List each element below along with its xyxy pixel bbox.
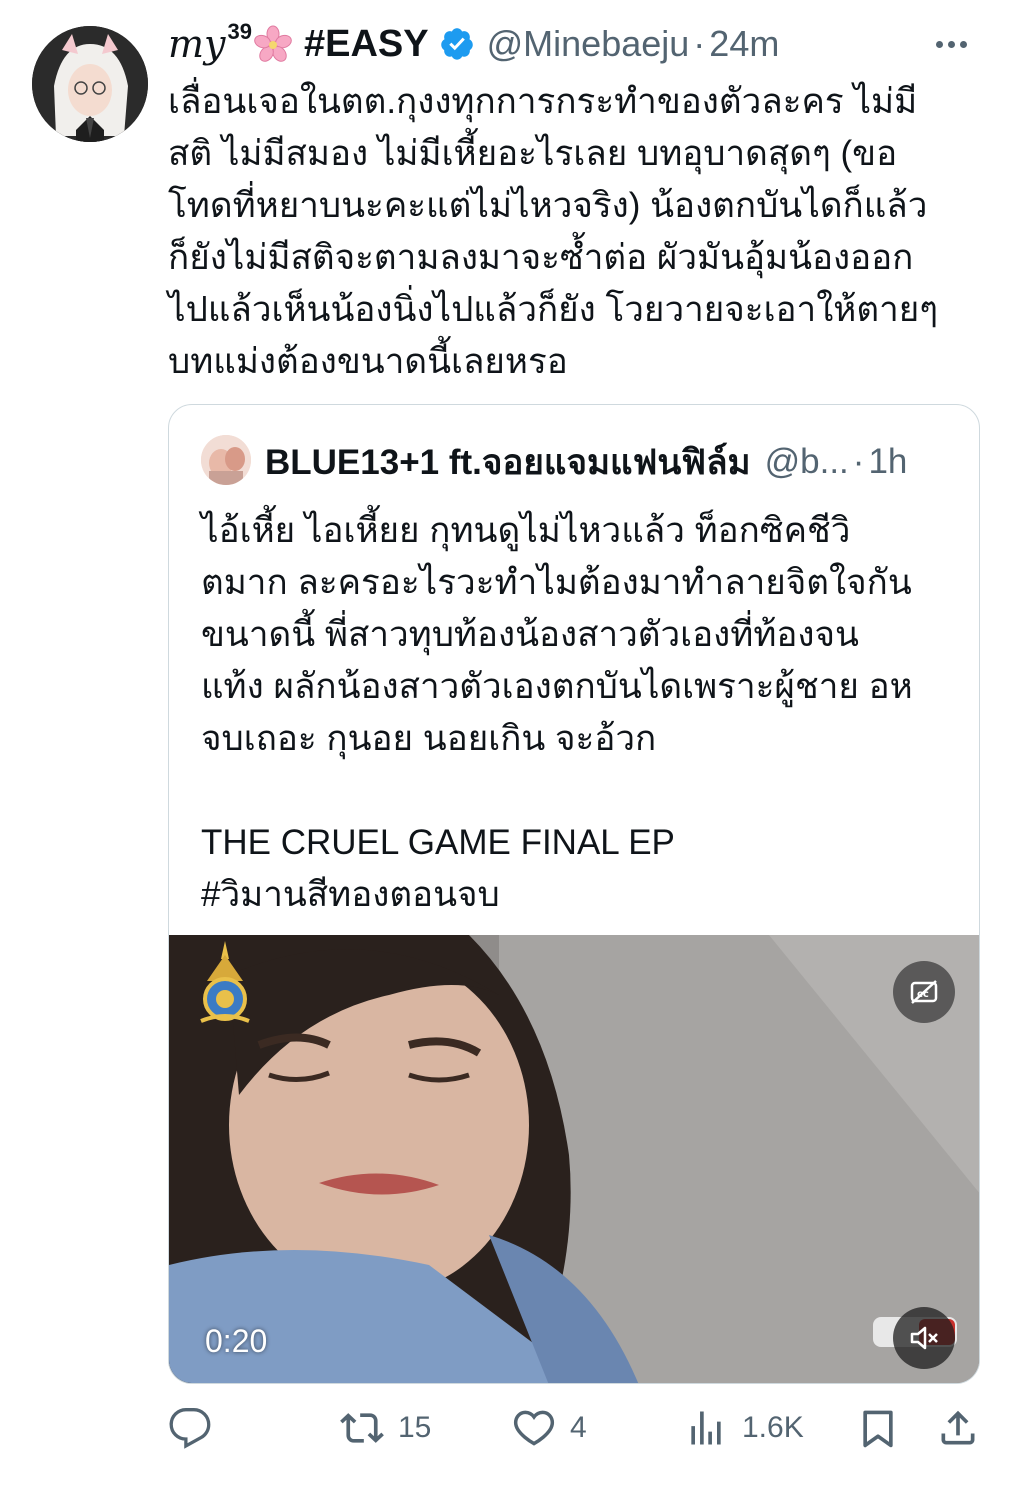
quoted-tweet-text: ไอ้เหี้ย ไอเหี้ยย กุทนดูไม่ไหวแล้ว ท็อกซ… [201,505,961,921]
tweet-text-line: โทดที่หยาบนะคะแต่ไม่ไหวจริง) น้องตกบันได… [168,186,928,225]
quoted-tweet-timestamp[interactable]: 1h [868,442,907,482]
author-display-name[interactable]: my 39 #EASY [168,19,429,66]
quoted-tweet[interactable]: BLUE13+1 ft.จอยแจมแฟนฟิล์ม @b... · 1h ไอ… [168,404,980,1384]
quoted-text-line: ขนาดนี้ พี่สาวทุบท้องน้องสาวตัวเองที่ท้อ… [201,615,859,654]
separator-dot: · [852,442,865,481]
author-avatar[interactable] [32,26,148,142]
author-name-superscript: 39 [227,19,252,44]
verified-badge-icon [440,28,473,60]
video-player[interactable]: cc 0:20 [169,935,979,1383]
video-duration: 0:20 [205,1323,268,1359]
quoted-author-handle[interactable]: @b... [765,442,849,482]
tweet[interactable]: my 39 #EASY @Minebaeju · 24m เลื่อนเจอใน… [0,0,1010,1500]
royal-emblem-icon [200,941,250,1023]
quoted-tweet-header: BLUE13+1 ft.จอยแจมแฟนฟิล์ม @b... · 1h [265,439,907,485]
quoted-author-name[interactable]: BLUE13+1 ft.จอยแจมแฟนฟิล์ม [265,435,751,490]
closed-captions-off-icon[interactable]: cc [893,961,955,1023]
separator-dot: · [693,23,706,64]
video-frame [169,935,979,1383]
like-count: 4 [570,1411,587,1444]
share-button[interactable] [936,1404,980,1452]
quoted-text-line: จบเถอะ กุนอย นอยเกิน จะอ้วก [201,719,657,758]
tweet-timestamp[interactable]: 24m [709,23,779,65]
like-button[interactable]: 4 [512,1404,587,1452]
quoted-text-line [201,765,961,817]
tweet-text: เลื่อนเจอในตต.กุงงทุกการกระทำของตัวละคร … [168,76,984,388]
reply-button[interactable] [168,1404,226,1452]
tweet-text-line: บทแม่งต้องขนาดนี้เลยหรอ [168,342,568,381]
quoted-text-line: แท้ง ผลักน้องสาวตัวเองตกบันไดเพราะผู้ชาย… [201,667,913,706]
author-name-script: my [168,22,226,66]
cherry-blossom-icon [254,25,292,63]
share-icon [941,1410,975,1445]
retweet-count: 15 [398,1411,432,1444]
retweet-button[interactable]: 15 [340,1404,431,1452]
quoted-text-line: ตมาก ละครอะไรวะทำไมต้องมาทำลายจิตใจกัน [201,563,912,602]
tweet-text-line: เลื่อนเจอในตต.กุงงทุกการกระทำของตัวละคร … [168,82,918,121]
tweet-text-line: ก็ยังไม่มีสติจะตามลงมาจะซ้ำต่อ ผัวมันอุ้… [168,238,914,277]
tweet-text-line: ไปแล้วเห็นน้องนิ่งไปแล้วก็ยัง โวยวายจะเอ… [168,290,939,329]
views-button[interactable]: 1.6K [684,1404,804,1452]
quoted-text-line: THE CRUEL GAME FINAL EP [201,823,675,862]
retweet-icon [340,1413,384,1443]
bookmark-icon [863,1410,893,1448]
bookmark-button[interactable] [856,1404,900,1452]
tweet-actions-bar: 15 4 1.6K [0,1398,1010,1458]
tweet-header: my 39 #EASY @Minebaeju · 24m [168,19,779,68]
more-options-icon[interactable] [936,34,976,54]
quoted-text-line: #วิมานสีทองตอนจบ [201,875,500,914]
heart-icon [513,1410,555,1446]
quoted-author-avatar[interactable] [201,435,251,485]
quoted-text-line: ไอ้เหี้ย ไอเหี้ยย กุทนดูไม่ไหวแล้ว ท็อกซ… [201,511,851,550]
tweet-text-line: สติ ไม่มีสมอง ไม่มีเหี้ยอะไรเลย บทอุบาดส… [168,134,898,173]
author-name-text: #EASY [304,22,429,65]
author-handle[interactable]: @Minebaeju [487,23,690,65]
views-count: 1.6K [742,1411,804,1444]
speaker-muted-icon[interactable] [893,1307,955,1369]
views-bar-chart-icon [691,1411,721,1445]
reply-icon [169,1408,211,1449]
